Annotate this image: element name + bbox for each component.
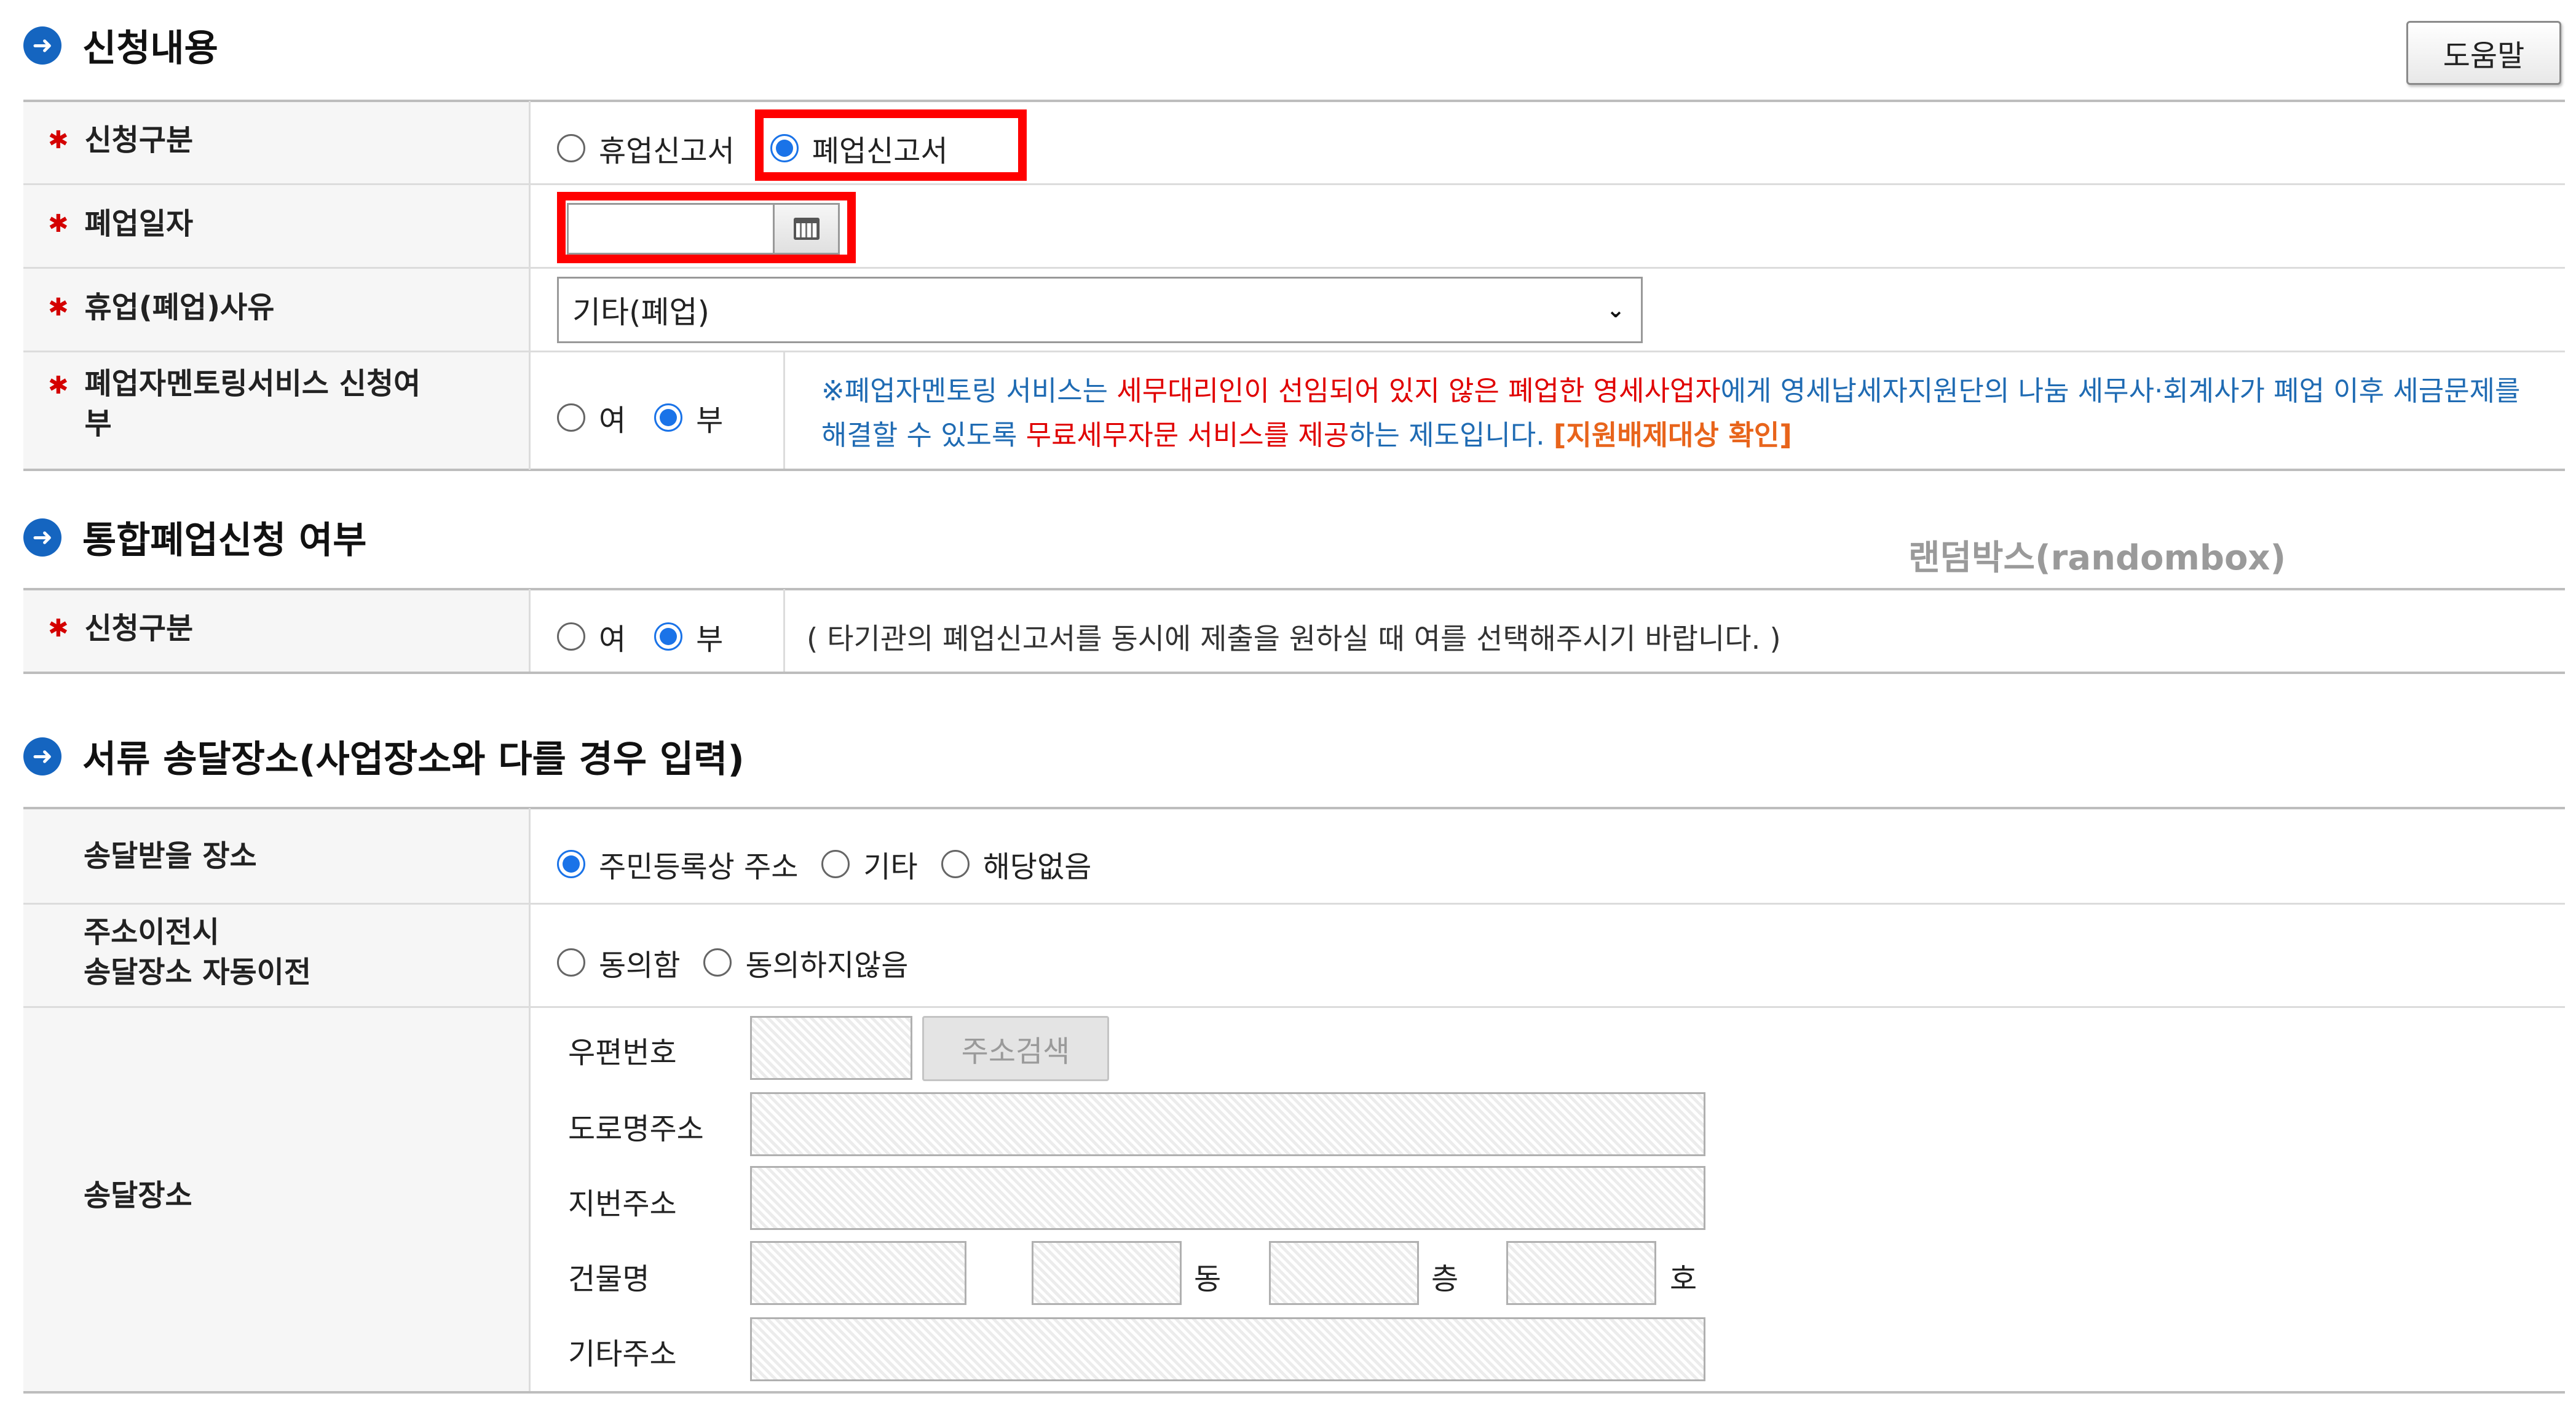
section-title: 통합폐업신청 여부 [82, 519, 367, 562]
zip-input[interactable] [750, 1016, 912, 1080]
field-label-delivery-place: 송달장소 [84, 1178, 192, 1213]
building-ho-input[interactable] [1506, 1241, 1656, 1305]
column-divider [529, 808, 531, 1391]
etc-address-label: 기타주소 [568, 1337, 677, 1371]
radio-label: 해당없음 [982, 850, 1092, 884]
label-column-bg [23, 808, 529, 1391]
field-label-auto-move: 주소이전시 송달장소 자동이전 [84, 915, 311, 990]
column-divider [529, 589, 531, 672]
integrated-hint: ( 타기관의 폐업신고서를 동시에 제출을 원하실 때 여를 선택해주시기 바랍… [807, 622, 1781, 656]
field-label-application-type: ✱ 신청구분 [48, 123, 194, 157]
divider [23, 1391, 2565, 1394]
field-label-integrated-type: ✱ 신청구분 [48, 611, 194, 646]
radio-label: 동의함 [599, 948, 681, 983]
radio-integrated-no[interactable] [654, 622, 683, 651]
required-star-icon: ✱ [48, 126, 69, 155]
radio-suspension-report[interactable] [557, 134, 585, 162]
help-button[interactable]: 도움말 [2406, 21, 2561, 85]
reason-select[interactable]: 기타(폐업) ⌄ [557, 277, 1643, 343]
divider [23, 1006, 2565, 1008]
etc-address-input[interactable] [750, 1317, 1705, 1381]
address-search-button[interactable]: 주소검색 [922, 1016, 1109, 1081]
divider [23, 903, 2565, 905]
highlight-box [557, 192, 856, 263]
section-header-integrated: ➜ 통합폐업신청 여부 [23, 510, 367, 564]
column-divider [783, 352, 785, 469]
divider [23, 807, 2565, 809]
radio-label: 기타 [863, 850, 918, 884]
road-address-label: 도로명주소 [568, 1112, 704, 1146]
radio-not-applicable[interactable] [941, 850, 970, 878]
radio-label: 휴업신고서 [599, 134, 735, 169]
section-title: 신청내용 [82, 27, 218, 70]
field-label-reason: ✱ 휴업(폐업)사유 [48, 290, 275, 325]
radio-label: 여 [599, 622, 626, 657]
jibun-address-label: 지번주소 [568, 1187, 677, 1221]
section-title: 서류 송달장소(사업장소와 다를 경우 입력) [82, 738, 745, 781]
ho-unit-label: 호 [1670, 1262, 1697, 1296]
radio-label: 주민등록상 주소 [599, 850, 799, 884]
radio-group-receive-place: 주민등록상 주소 기타 해당없음 [557, 843, 1120, 886]
column-divider [783, 589, 785, 672]
required-star-icon: ✱ [48, 614, 69, 643]
exclusion-check-link[interactable]: [지원배제대상 확인] [1554, 419, 1792, 451]
field-label-closure-date: ✱ 폐업일자 [48, 207, 194, 241]
section-header-delivery: ➜ 서류 송달장소(사업장소와 다를 경우 입력) [23, 729, 745, 783]
reason-select-value: 기타(폐업) [572, 295, 710, 330]
column-divider [529, 101, 531, 470]
field-label-mentoring: ✱ 폐업자멘토링서비스 신청여 부 [48, 364, 421, 444]
watermark-text: 랜덤박스(randombox) [1908, 538, 2286, 578]
road-address-input[interactable] [750, 1092, 1705, 1156]
building-label: 건물명 [568, 1262, 650, 1296]
divider [23, 100, 2565, 102]
radio-disagree[interactable] [703, 948, 732, 977]
radio-group-integrated: 여 부 [557, 615, 751, 658]
highlight-box [755, 109, 1027, 181]
radio-integrated-yes[interactable] [557, 622, 585, 651]
required-star-icon: ✱ [48, 210, 69, 239]
mentoring-notice: ※폐업자멘토링 서비스는 세무대리인이 선임되어 있지 않은 폐업한 영세사업자… [821, 375, 2521, 451]
radio-resident-address[interactable] [557, 850, 585, 878]
jibun-address-input[interactable] [750, 1166, 1705, 1230]
divider [23, 588, 2565, 590]
arrow-bullet-icon: ➜ [23, 26, 61, 65]
required-star-icon: ✱ [48, 293, 69, 322]
divider [23, 267, 2565, 269]
building-dong-input[interactable] [1032, 1241, 1182, 1305]
required-star-icon: ✱ [48, 371, 69, 400]
radio-mentoring-yes[interactable] [557, 403, 585, 432]
section-header-application: ➜ 신청내용 [23, 18, 218, 72]
floor-unit-label: 층 [1431, 1262, 1459, 1296]
radio-agree[interactable] [557, 948, 585, 977]
radio-other[interactable] [821, 850, 850, 878]
zip-label: 우편번호 [568, 1036, 677, 1070]
chevron-down-icon: ⌄ [1606, 297, 1625, 323]
divider [23, 183, 2565, 185]
dong-unit-label: 동 [1194, 1262, 1222, 1296]
radio-label: 여 [599, 403, 626, 438]
radio-mentoring-no[interactable] [654, 403, 683, 432]
building-name-input[interactable] [750, 1241, 966, 1305]
radio-label: 부 [696, 403, 724, 438]
divider [23, 469, 2565, 471]
mentoring-label-line2: 부 [84, 406, 112, 441]
divider [23, 672, 2565, 674]
arrow-bullet-icon: ➜ [23, 737, 61, 775]
radio-group-auto-move: 동의함 동의하지않음 [557, 941, 936, 984]
mentoring-label-line1: 폐업자멘토링서비스 신청여 [84, 367, 421, 401]
radio-label: 동의하지않음 [745, 948, 909, 983]
arrow-bullet-icon: ➜ [23, 518, 61, 557]
building-floor-input[interactable] [1269, 1241, 1419, 1305]
field-label-receive-place: 송달받을 장소 [84, 839, 257, 873]
radio-label: 부 [696, 622, 724, 657]
divider [23, 351, 2565, 352]
radio-group-mentoring: 여 부 [557, 396, 751, 439]
